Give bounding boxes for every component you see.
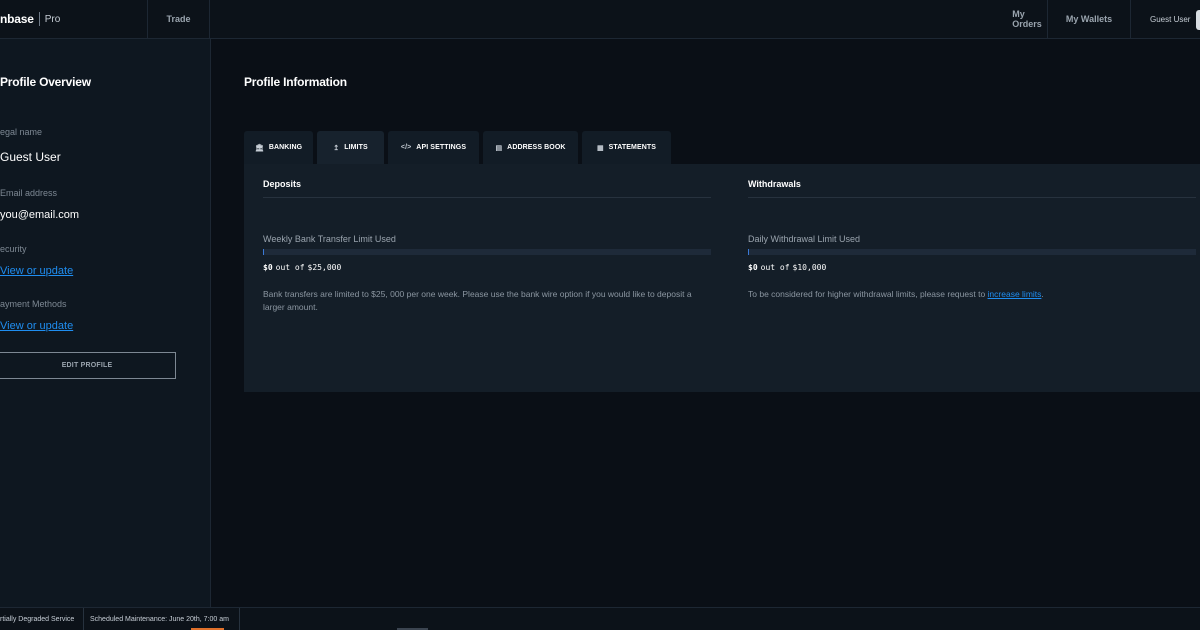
maintenance-notice[interactable]: Scheduled Maintenance: June 20th, 7:00 a… [84,607,240,630]
legal-name-label: egal name [0,127,43,137]
document-icon: ▦ [596,144,604,152]
deposit-progress-fill [263,249,264,255]
withdrawal-note-end: . [1041,289,1044,299]
profile-tabs: 🏛 BANKING ↥ LIMITS </> API SETTINGS ▤ AD… [244,131,675,164]
security-link[interactable]: View or update [0,265,73,277]
security-label: ecurity [0,244,27,254]
status-footer: rtially Degraded Service Scheduled Maint… [0,607,1200,630]
avatar[interactable] [1196,10,1200,30]
payment-methods-label: ayment Methods [0,299,67,309]
withdrawals-heading: Withdrawals [748,179,801,189]
nav-trade[interactable]: Trade [148,0,210,38]
top-navigation-bar: nbase Pro Trade My Orders My Wallets Gue… [0,0,1200,39]
book-icon: ▤ [495,144,503,152]
bank-icon: 🏛 [254,144,264,152]
nav-user-menu[interactable]: Guest User [1130,0,1200,38]
tab-label: LIMITS [344,144,368,151]
withdrawal-total: $10,000 [792,263,827,272]
deposit-used: $0 [263,263,273,272]
legal-name-value: Guest User [0,150,61,164]
deposit-progress-bar [263,249,711,255]
tab-api-settings[interactable]: </> API SETTINGS [388,131,479,164]
increase-limits-link[interactable]: increase limits [988,289,1042,299]
sidebar-title: Profile Overview [0,75,91,89]
withdrawal-note: To be considered for higher withdrawal l… [748,288,1198,301]
limits-panel: Deposits Weekly Bank Transfer Limit Used… [244,164,1200,392]
tab-label: BANKING [268,144,303,151]
tab-label: API SETTINGS [416,144,467,151]
divider [748,197,1196,198]
email-label: Email address [0,188,58,198]
payment-methods-link[interactable]: View or update [0,320,73,332]
edit-profile-button[interactable]: EDIT PROFILE [0,352,176,379]
withdrawal-of: out of [760,263,790,272]
tab-label: STATEMENTS [608,144,657,151]
email-value: you@email.com [0,209,80,221]
tab-statements[interactable]: ▦ STATEMENTS [582,131,671,164]
nav-my-wallets[interactable]: My Wallets [1047,0,1130,38]
code-icon: </> [400,144,412,151]
deposit-amount: $0 out of $25,000 [263,263,341,272]
upload-icon: ↥ [333,144,340,152]
withdrawal-progress-bar [748,249,1196,255]
withdrawal-note-text: To be considered for higher withdrawal l… [748,289,988,299]
deposits-heading: Deposits [263,179,302,189]
deposit-total: $25,000 [307,263,342,272]
tab-address-book[interactable]: ▤ ADDRESS BOOK [483,131,578,164]
tab-banking[interactable]: 🏛 BANKING [244,131,313,164]
service-status[interactable]: rtially Degraded Service [0,607,84,630]
deposit-of: out of [275,263,305,272]
brand-logo[interactable]: nbase Pro [0,0,148,38]
withdrawal-amount: $0 out of $10,000 [748,263,826,272]
brand-name: nbase [0,12,34,26]
tab-limits[interactable]: ↥ LIMITS [317,131,384,164]
nav-my-orders[interactable]: My Orders [1012,0,1047,38]
withdrawal-used: $0 [748,263,758,272]
tab-label: ADDRESS BOOK [507,144,566,151]
profile-sidebar: Profile Overview egal name Guest User Em… [0,39,211,607]
deposit-note: Bank transfers are limited to $25, 000 p… [263,289,692,312]
withdrawal-progress-fill [748,249,749,255]
deposit-limit-label: Weekly Bank Transfer Limit Used [263,234,396,244]
divider [263,197,711,198]
page-title: Profile Information [244,75,347,89]
nav-right-group: My Orders My Wallets Guest User [1012,0,1200,38]
brand-divider [38,12,40,26]
brand-suffix: Pro [44,13,61,25]
withdrawal-limit-label: Daily Withdrawal Limit Used [748,234,861,244]
